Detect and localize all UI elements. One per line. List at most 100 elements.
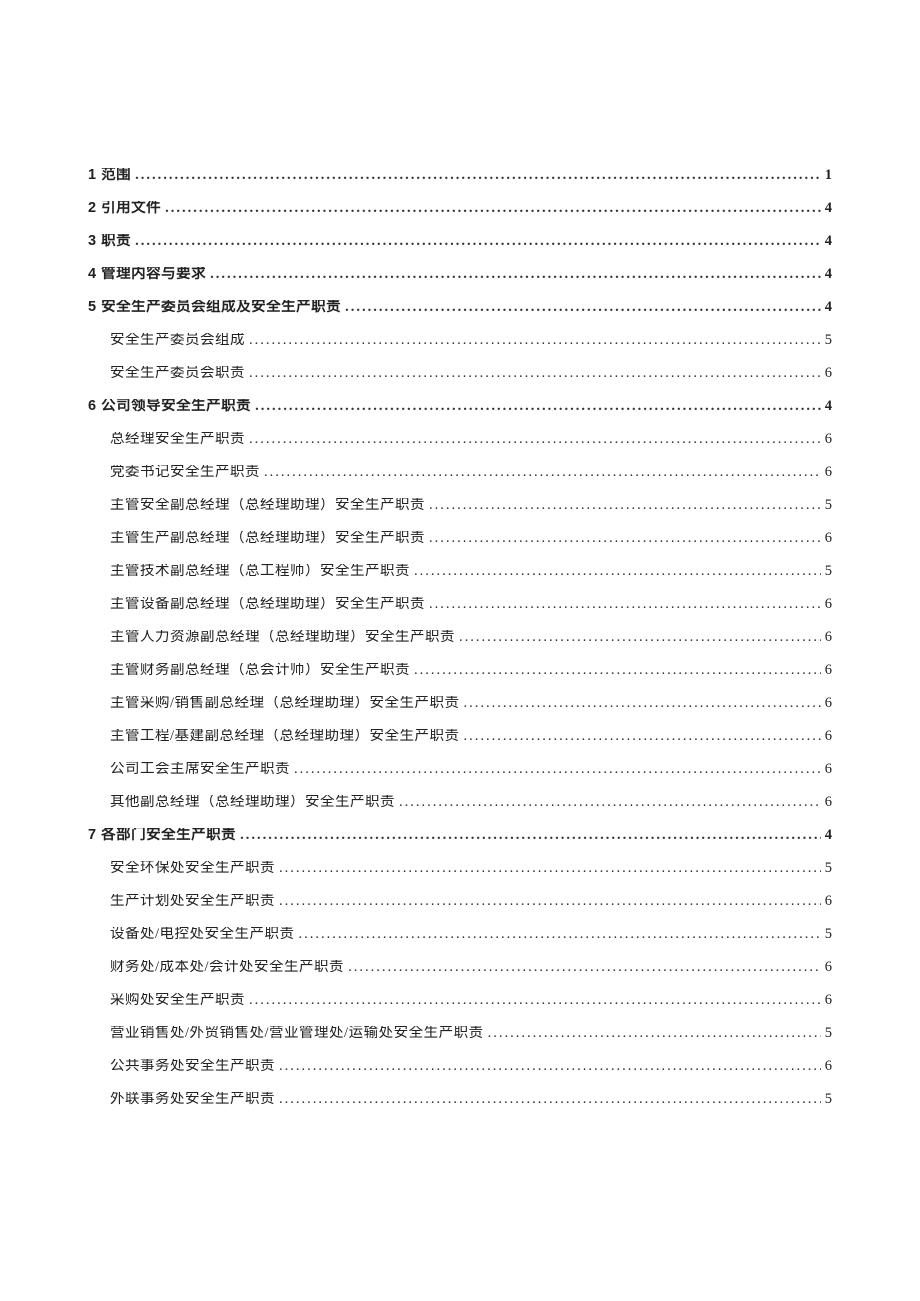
toc-entry-title: 主管设备副总经理（总经理助理）安全生产职责: [110, 597, 425, 612]
toc-entry-page: 6: [821, 696, 832, 711]
toc-entry[interactable]: 财务处/成本处/会计处安全生产职责 6: [88, 960, 832, 993]
toc-entry-page: 5: [821, 1026, 832, 1041]
toc-entry-title: 采购处安全生产职责: [110, 993, 245, 1008]
toc-entry[interactable]: 营业销售处/外贸销售处/营业管理处/运输处安全生产职责5: [88, 1026, 832, 1059]
toc-dot-leader: [131, 234, 821, 249]
toc-entry[interactable]: 主管设备副总经理（总经理助理）安全生产职责 6: [88, 597, 832, 630]
toc-entry[interactable]: 外联事务处安全生产职责5: [88, 1092, 832, 1125]
toc-entry-page: 6: [821, 630, 832, 645]
toc-entry-title: 外联事务处安全生产职责: [110, 1092, 275, 1107]
toc-entry-title: 安全生产委员会职责: [110, 366, 245, 381]
toc-entry-page: 6: [821, 663, 832, 678]
toc-dot-leader: [236, 828, 821, 843]
toc-entry[interactable]: 5 安全生产委员会组成及安全生产职责4: [88, 300, 832, 333]
toc-entry-page: 6: [821, 762, 832, 777]
toc-entry-page: 4: [821, 234, 832, 249]
toc-entry-page: 5: [821, 333, 832, 348]
toc-entry[interactable]: 生产计划处安全生产职责 6: [88, 894, 832, 927]
toc-dot-leader: [275, 894, 821, 909]
toc-dot-leader: [460, 729, 821, 744]
toc-entry[interactable]: 主管工程/基建副总经理（总经理助理）安全生产职责 6: [88, 729, 832, 762]
toc-entry-page: 1: [821, 168, 832, 183]
toc-entry[interactable]: 总经理安全生产职责6: [88, 432, 832, 465]
toc-entry-title: 1 范围: [88, 168, 131, 183]
toc-entry-page: 4: [821, 201, 832, 216]
toc-dot-leader: [455, 630, 821, 645]
toc-entry-page: 4: [821, 828, 832, 843]
toc-entry[interactable]: 3 职责 4: [88, 234, 832, 267]
toc-entry-page: 5: [821, 498, 832, 513]
toc-entry[interactable]: 主管技术副总经理（总工程师）安全生产职责 5: [88, 564, 832, 597]
toc-dot-leader: [344, 960, 821, 975]
toc-dot-leader: [425, 498, 821, 513]
toc-entry-title: 主管安全副总经理（总经理助理）安全生产职责: [110, 498, 425, 513]
toc-entry-title: 公司工会主席安全生产职责: [110, 762, 290, 777]
toc-dot-leader: [275, 861, 821, 876]
toc-entry[interactable]: 安全生产委员会职责6: [88, 366, 832, 399]
toc-entry-title: 主管技术副总经理（总工程师）安全生产职责: [110, 564, 410, 579]
toc-entry[interactable]: 采购处安全生产职责6: [88, 993, 832, 1026]
toc-entry-title: 安全生产委员会组成: [110, 333, 245, 348]
table-of-contents: 1 范围12 引用文件43 职责44 管理内容与要求45 安全生产委员会组成及安…: [88, 168, 832, 1125]
toc-entry-title: 7 各部门安全生产职责: [88, 828, 236, 843]
toc-entry-title: 设备处/电控处安全生产职责: [110, 927, 295, 942]
toc-dot-leader: [425, 531, 821, 546]
toc-entry[interactable]: 主管人力资源副总经理（总经理助理）安全生产职责6: [88, 630, 832, 663]
toc-entry[interactable]: 6 公司领导安全生产职责4: [88, 399, 832, 432]
toc-entry-title: 2 引用文件: [88, 201, 161, 216]
toc-entry[interactable]: 其他副总经理（总经理助理）安全生产职责 6: [88, 795, 832, 828]
toc-entry[interactable]: 主管采购/销售副总经理（总经理助理）安全生产职责 6: [88, 696, 832, 729]
toc-dot-leader: [251, 399, 821, 414]
toc-entry[interactable]: 主管生产副总经理（总经理助理）安全生产职责6: [88, 531, 832, 564]
toc-entry-title: 4 管理内容与要求: [88, 267, 206, 282]
toc-entry-page: 6: [821, 894, 832, 909]
toc-entry-page: 6: [821, 465, 832, 480]
toc-entry[interactable]: 4 管理内容与要求4: [88, 267, 832, 300]
toc-entry-title: 5 安全生产委员会组成及安全生产职责: [88, 300, 341, 315]
toc-entry[interactable]: 设备处/电控处安全生产职责 5: [88, 927, 832, 960]
toc-entry-title: 财务处/成本处/会计处安全生产职责: [110, 960, 344, 975]
toc-dot-leader: [290, 762, 821, 777]
toc-entry[interactable]: 党委书记安全生产职责 6: [88, 465, 832, 498]
toc-entry[interactable]: 主管财务副总经理（总会计师）安全生产职责 6: [88, 663, 832, 696]
toc-dot-leader: [260, 465, 821, 480]
toc-entry-title: 主管采购/销售副总经理（总经理助理）安全生产职责: [110, 696, 460, 711]
toc-entry-page: 6: [821, 531, 832, 546]
toc-entry-page: 5: [821, 927, 832, 942]
toc-dot-leader: [460, 696, 821, 711]
toc-entry-title: 主管财务副总经理（总会计师）安全生产职责: [110, 663, 410, 678]
toc-entry[interactable]: 主管安全副总经理（总经理助理）安全生产职责 5: [88, 498, 832, 531]
toc-entry-page: 6: [821, 597, 832, 612]
toc-entry-title: 3 职责: [88, 234, 131, 249]
toc-entry[interactable]: 2 引用文件 4: [88, 201, 832, 234]
toc-entry[interactable]: 安全环保处安全生产职责5: [88, 861, 832, 894]
toc-entry[interactable]: 7 各部门安全生产职责 4: [88, 828, 832, 861]
toc-entry-title: 6 公司领导安全生产职责: [88, 399, 251, 414]
toc-entry[interactable]: 安全生产委员会组成 5: [88, 333, 832, 366]
toc-dot-leader: [295, 927, 821, 942]
toc-dot-leader: [245, 366, 821, 381]
toc-entry-title: 公共事务处安全生产职责: [110, 1059, 275, 1074]
page: 1 范围12 引用文件43 职责44 管理内容与要求45 安全生产委员会组成及安…: [0, 0, 920, 1301]
toc-entry[interactable]: 1 范围 1: [88, 168, 832, 201]
toc-dot-leader: [484, 1026, 821, 1041]
toc-dot-leader: [425, 597, 821, 612]
toc-entry-page: 5: [821, 564, 832, 579]
toc-dot-leader: [410, 663, 821, 678]
toc-entry-title: 生产计划处安全生产职责: [110, 894, 275, 909]
toc-dot-leader: [245, 333, 821, 348]
toc-entry-title: 党委书记安全生产职责: [110, 465, 260, 480]
toc-entry[interactable]: 公共事务处安全生产职责 6: [88, 1059, 832, 1092]
toc-dot-leader: [275, 1092, 821, 1107]
toc-entry[interactable]: 公司工会主席安全生产职责 6: [88, 762, 832, 795]
toc-dot-leader: [131, 168, 821, 183]
toc-entry-page: 6: [821, 960, 832, 975]
toc-entry-page: 6: [821, 729, 832, 744]
toc-entry-title: 其他副总经理（总经理助理）安全生产职责: [110, 795, 395, 810]
toc-entry-title: 安全环保处安全生产职责: [110, 861, 275, 876]
toc-dot-leader: [161, 201, 821, 216]
toc-entry-page: 6: [821, 795, 832, 810]
toc-entry-page: 6: [821, 1059, 832, 1074]
toc-entry-title: 主管工程/基建副总经理（总经理助理）安全生产职责: [110, 729, 460, 744]
toc-dot-leader: [410, 564, 821, 579]
